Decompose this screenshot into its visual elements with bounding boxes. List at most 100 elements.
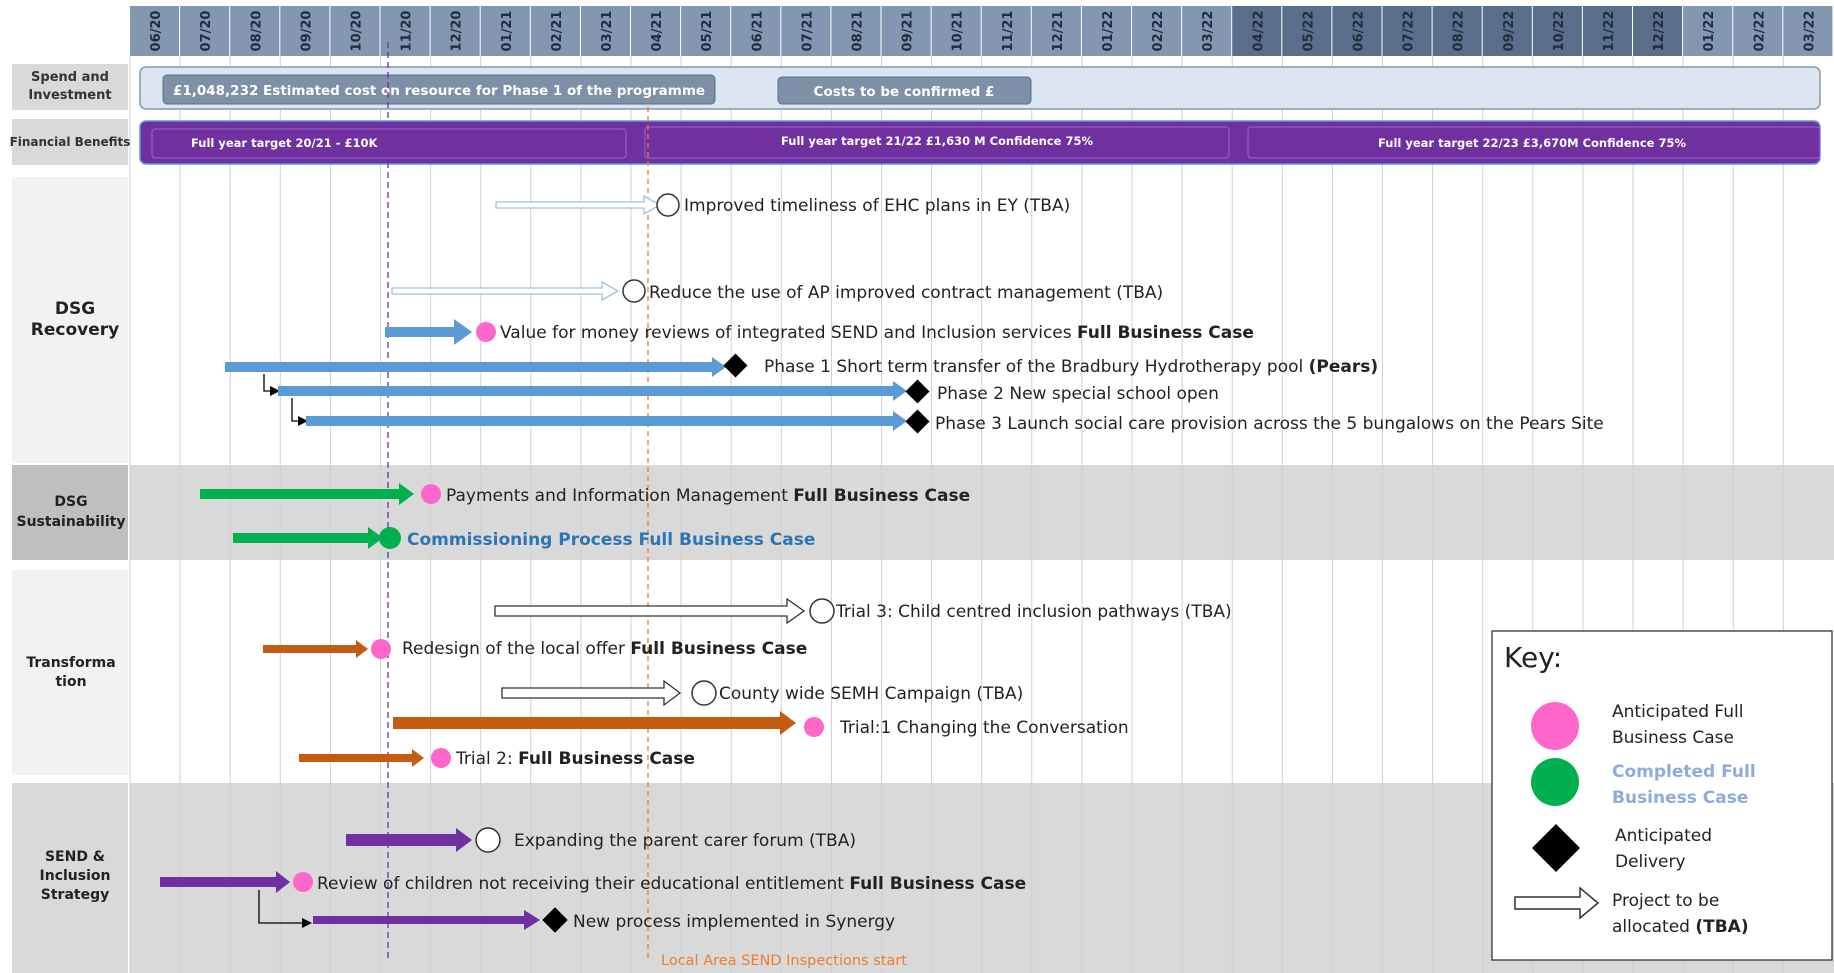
fbc-milestone-trial1 xyxy=(804,717,824,737)
tba-milestone-trial3 xyxy=(809,598,835,624)
month-label: 08/21 xyxy=(850,11,865,52)
item-synergy: New process implemented in Synergy xyxy=(573,912,895,932)
section-label-dsg-sus-line1: DSG xyxy=(54,494,87,510)
item-parent-carer: Expanding the parent carer forum (TBA) xyxy=(514,831,856,851)
fbc-milestone-payments-info xyxy=(421,484,441,504)
month-label: 06/20 xyxy=(149,11,164,52)
legend-tba-line2: allocated (TBA) xyxy=(1612,917,1749,937)
month-label: 10/20 xyxy=(349,11,364,52)
tba-milestone-ap-contract xyxy=(622,279,646,303)
legend-completed-fbc-icon xyxy=(1531,758,1579,806)
month-label: 12/21 xyxy=(1051,11,1066,52)
month-label: 02/22 xyxy=(1151,11,1166,52)
bar-trial1 xyxy=(393,711,796,735)
item-phase2-school: Phase 2 New special school open xyxy=(937,384,1219,404)
item-phase3-bungalows: Phase 3 Launch social care provision acr… xyxy=(935,414,1604,434)
spend-bar-phase1-label: £1,048,232 Estimated cost on resource fo… xyxy=(173,83,705,99)
item-local-offer: Redesign of the local offer Full Busines… xyxy=(402,639,807,659)
month-label: 08/22 xyxy=(1452,11,1467,52)
month-label: 11/21 xyxy=(1001,11,1016,52)
item-semh: County wide SEMH Campaign (TBA) xyxy=(719,684,1023,704)
label-box-transformation xyxy=(12,570,128,775)
month-label: 01/21 xyxy=(500,11,515,52)
legend-title: Key: xyxy=(1504,641,1562,674)
programme-roadmap: 06/20 07/20 08/20 09/20 10/20 11/20 12/20 01/21… xyxy=(10,6,1834,973)
legend-anticipated-fbc-icon xyxy=(1531,702,1579,750)
section-label-dsg-recovery-line2: Recovery xyxy=(31,320,119,340)
fbc-milestone-educational-entitlement xyxy=(293,872,313,892)
section-label-transformation-line1: Transforma xyxy=(26,655,115,671)
benefit-bar-2021-label: Full year target 20/21 - £10K xyxy=(191,136,379,150)
item-educational-entitlement: Review of children not receiving their e… xyxy=(317,874,1026,894)
legend-anticipated-fbc-line2: Business Case xyxy=(1612,728,1734,748)
month-label: 11/20 xyxy=(400,11,415,52)
month-label: 12/20 xyxy=(450,11,465,52)
section-label-spend-line1: Spend and xyxy=(31,70,109,85)
month-label: 05/22 xyxy=(1301,11,1316,52)
spend-bar-tbc-label: Costs to be confirmed £ xyxy=(814,84,995,100)
item-trial3: Trial 3: Child centred inclusion pathway… xyxy=(835,602,1232,622)
bar-trial2 xyxy=(299,749,424,767)
month-label: 05/21 xyxy=(700,11,715,52)
month-label: 02/21 xyxy=(550,11,565,52)
month-label: 03/21 xyxy=(600,11,615,52)
fbc-milestone-local-offer xyxy=(371,639,391,659)
legend-completed-fbc-line2: Business Case xyxy=(1612,788,1748,808)
month-label: 12/22 xyxy=(1652,11,1667,52)
tba-milestone-semh xyxy=(691,680,717,706)
month-label: 10/21 xyxy=(951,11,966,52)
month-label: 03/22 xyxy=(1201,11,1216,52)
month-label: 08/20 xyxy=(249,11,264,52)
item-payments-info: Payments and Information Management Full… xyxy=(446,486,970,506)
tba-milestone-parent-carer xyxy=(475,827,501,853)
month-label: 06/22 xyxy=(1351,11,1366,52)
bar-phase2-school xyxy=(278,381,907,401)
month-label: 04/21 xyxy=(650,11,665,52)
bar-phase1-hydrotherapy xyxy=(225,357,726,377)
section-label-spend-line2: Investment xyxy=(28,88,111,103)
month-header: 06/20 07/20 08/20 09/20 10/20 11/20 12/20 01/21… xyxy=(130,6,1833,56)
delivery-milestone-phase3 xyxy=(905,409,930,434)
fbc-milestone-trial2 xyxy=(431,748,451,768)
month-label: 03/22 xyxy=(1802,11,1817,52)
tba-milestone-ehc-plans xyxy=(656,193,680,217)
item-ap-contract: Reduce the use of AP improved contract m… xyxy=(649,283,1163,303)
fbc-milestone-value-for-money xyxy=(476,322,496,342)
legend-completed-fbc-line1: Completed Full xyxy=(1612,762,1756,782)
month-label: 07/20 xyxy=(199,11,214,52)
item-trial2: Trial 2: Full Business Case xyxy=(455,749,695,769)
month-label: 09/20 xyxy=(299,11,314,52)
completed-milestone-commissioning xyxy=(379,527,401,549)
tba-arrow-ehc-plans xyxy=(495,194,662,216)
tba-arrow-ap-contract xyxy=(391,280,620,302)
section-label-benefits: Financial Benefits xyxy=(10,135,131,149)
tba-arrow-trial3 xyxy=(494,597,806,625)
month-label: 06/21 xyxy=(750,11,765,52)
month-label: 02/22 xyxy=(1752,11,1767,52)
month-label: 01/22 xyxy=(1101,11,1116,52)
section-label-transformation-line2: tion xyxy=(55,674,86,690)
item-commissioning: Commissioning Process Full Business Case xyxy=(407,530,815,550)
delivery-milestone-phase1 xyxy=(723,353,748,378)
item-trial1: Trial:1 Changing the Conversation xyxy=(839,718,1129,738)
month-label: 10/22 xyxy=(1552,11,1567,52)
item-ehc-plans: Improved timeliness of EHC plans in EY (… xyxy=(684,196,1070,216)
delivery-milestone-phase2 xyxy=(905,379,930,404)
month-label: 09/21 xyxy=(901,11,916,52)
bar-phase3-bungalows xyxy=(306,411,907,431)
tba-arrow-semh xyxy=(501,679,682,707)
item-phase1-hydrotherapy: Phase 1 Short term transfer of the Bradb… xyxy=(764,357,1378,377)
benefit-bar-2122-label: Full year target 21/22 £1,630 M Confiden… xyxy=(781,134,1093,148)
month-label: 07/22 xyxy=(1402,11,1417,52)
send-inspection-label: Local Area SEND Inspections start xyxy=(661,953,907,969)
legend-anticipated-fbc-line1: Anticipated Full xyxy=(1612,702,1743,722)
benefit-bar-2223-label: Full year target 22/23 £3,670M Confidenc… xyxy=(1378,136,1686,150)
month-label: 09/22 xyxy=(1502,11,1517,52)
month-label: 01/22 xyxy=(1702,11,1717,52)
bar-local-offer xyxy=(263,640,368,658)
legend-anticipated-delivery-line2: Delivery xyxy=(1615,852,1686,872)
section-label-send-line3: Strategy xyxy=(41,887,109,903)
month-label: 11/22 xyxy=(1602,11,1617,52)
month-label: 04/22 xyxy=(1251,11,1266,52)
section-label-dsg-sus-line2: Sustainability xyxy=(17,514,126,530)
